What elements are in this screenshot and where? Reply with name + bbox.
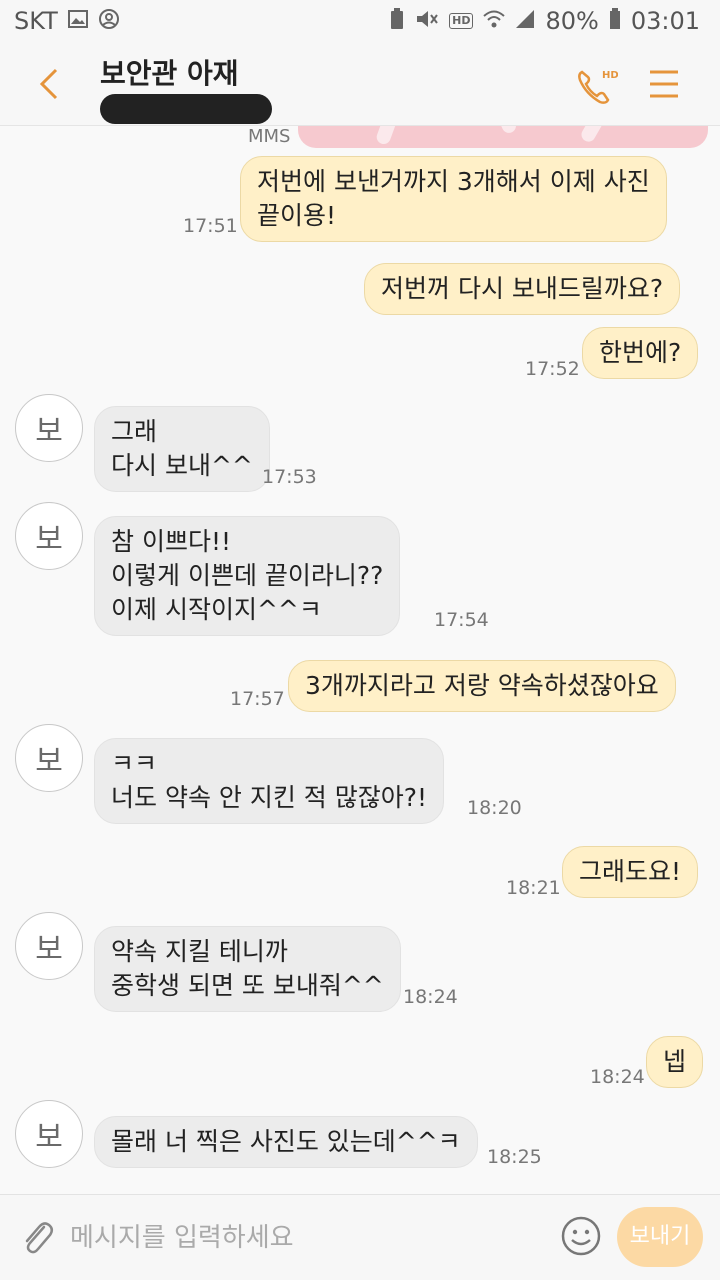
paperclip-icon (25, 1222, 53, 1254)
message-line: 저번에 보낸거까지 3개해서 이제 사진 (257, 167, 650, 196)
emoji-button[interactable] (560, 1215, 602, 1257)
message-time: 18:24 (590, 1066, 645, 1088)
hd-call-button[interactable]: HD (574, 64, 619, 108)
message-time: 18:25 (487, 1146, 542, 1168)
outgoing-message[interactable]: 그래도요! (562, 846, 699, 898)
incoming-message[interactable]: 약속 지킬 테니까 중학생 되면 또 보내줘^^ (94, 926, 401, 1012)
message-time: 17:54 (434, 609, 489, 631)
message-input-bar: 보내기 (0, 1194, 720, 1280)
message-time: 18:20 (467, 797, 522, 819)
svg-text:HD: HD (602, 70, 618, 81)
battery-level: 80% (545, 7, 599, 35)
message-time: 17:52 (525, 358, 580, 380)
message-time: 17:53 (262, 466, 317, 488)
hd-call-icon: HD (578, 70, 619, 104)
attach-button[interactable] (18, 1217, 58, 1257)
message-line: 다시 보내^^ (111, 451, 253, 480)
message-time: 18:24 (403, 986, 458, 1008)
carrier-label: SKT (14, 7, 58, 35)
message-line: 한번에? (599, 338, 682, 367)
mute-icon (415, 8, 439, 35)
incoming-message[interactable]: 참 이쁘다!! 이렇게 이쁜데 끝이라니?? 이제 시작이지^^ㅋ (94, 516, 401, 636)
message-time: 17:57 (230, 688, 285, 710)
contact-avatar[interactable]: 보 (15, 912, 83, 980)
status-left: SKT (14, 7, 120, 35)
message-line: 이제 시작이지^^ㅋ (111, 595, 322, 624)
clock: 03:01 (630, 7, 700, 35)
message-line: 그래 (111, 417, 158, 446)
battery-icon (609, 7, 621, 35)
menu-button[interactable] (646, 66, 682, 102)
message-line: 너도 약속 안 지킨 적 많잖아?! (111, 783, 428, 812)
status-right: HD 80% 03:01 (389, 7, 700, 35)
mms-image-preview[interactable] (298, 126, 708, 148)
contact-avatar[interactable]: 보 (15, 502, 83, 570)
gallery-icon (67, 9, 88, 33)
outgoing-message[interactable]: 저번꺼 다시 보내드릴까요? (364, 263, 681, 315)
emoji-icon (561, 1216, 601, 1256)
wifi-icon (483, 9, 506, 34)
message-time: 17:51 (183, 215, 238, 237)
message-line: 저번꺼 다시 보내드릴까요? (381, 274, 664, 303)
message-line: 넵 (663, 1047, 687, 1076)
outgoing-message[interactable]: 3개까지라고 저랑 약속하셨잖아요 (288, 660, 676, 712)
incoming-message[interactable]: 그래 다시 보내^^ (94, 406, 270, 492)
conversation-header: 보안관 아재 HD (0, 42, 720, 126)
contact-avatar[interactable]: 보 (15, 394, 83, 462)
message-time: 18:21 (506, 877, 561, 899)
message-line: 3개까지라고 저랑 약속하셨잖아요 (305, 671, 659, 700)
back-button[interactable] (30, 62, 66, 106)
message-list[interactable]: MMS 저번에 보낸거까지 3개해서 이제 사진 끝이용! 17:51 저번꺼 … (0, 126, 720, 1194)
status-bar: SKT HD 80% 03:01 (0, 0, 720, 42)
signal-icon (515, 9, 535, 34)
mms-label: MMS (248, 126, 291, 147)
menu-icon (650, 70, 678, 98)
message-line: 중학생 되면 또 보내줘^^ (111, 971, 384, 1000)
message-line: 끝이용! (257, 201, 337, 230)
contact-avatar[interactable]: 보 (15, 724, 83, 792)
sync-icon (98, 8, 120, 35)
message-line: 그래도요! (579, 857, 682, 886)
contact-avatar[interactable]: 보 (15, 1100, 83, 1168)
incoming-message[interactable]: ㅋㅋ 너도 약속 안 지킨 적 많잖아?! (94, 738, 445, 824)
message-input[interactable] (70, 1215, 540, 1261)
message-line: 참 이쁘다!! (111, 527, 231, 556)
battery-saver-icon (389, 7, 405, 35)
incoming-message[interactable]: 몰래 너 찍은 사진도 있는데^^ㅋ (94, 1116, 478, 1168)
outgoing-message[interactable]: 저번에 보낸거까지 3개해서 이제 사진 끝이용! (240, 156, 667, 242)
message-line: 약속 지킬 테니까 (111, 937, 288, 966)
message-line: 이렇게 이쁜데 끝이라니?? (111, 561, 384, 590)
back-arrow-icon (39, 68, 58, 100)
message-line: 몰래 너 찍은 사진도 있는데^^ㅋ (111, 1127, 461, 1156)
outgoing-message[interactable]: 넵 (646, 1036, 704, 1088)
hd-voice-icon: HD (449, 13, 474, 29)
send-button[interactable]: 보내기 (617, 1207, 703, 1267)
outgoing-message[interactable]: 한번에? (582, 327, 699, 379)
message-line: ㅋㅋ (111, 749, 158, 778)
contact-name: 보안관 아재 (100, 57, 239, 90)
redacted-phone-number (100, 94, 272, 124)
